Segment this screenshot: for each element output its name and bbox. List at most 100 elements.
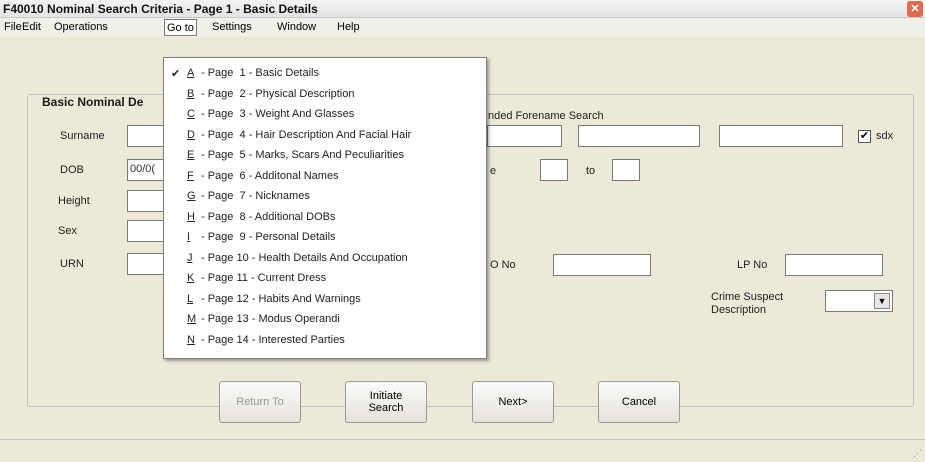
goto-menu-item-label: - Page 8 - Additional DOBs [201,210,336,223]
to-label: to [586,165,596,177]
range-label: e [490,165,497,177]
check-icon: ✔ [171,68,181,80]
goto-menu-item[interactable]: B - Page 2 - Physical Description [164,85,486,104]
forename-input-2[interactable] [578,125,700,147]
return-to-button[interactable]: Return To [219,381,301,423]
forename-input-1[interactable] [487,125,562,147]
menu-help[interactable]: Help [337,21,360,33]
goto-menu-item[interactable]: J - Page 10 - Health Details And Occupati… [164,249,486,268]
goto-menu-item-key: A [187,67,195,79]
resize-grip-icon[interactable]: ⋰ [913,448,922,459]
goto-menu-item-key: D [187,128,195,141]
menu-edit[interactable]: Edit [22,21,41,33]
close-icon[interactable]: ✕ [907,1,923,17]
goto-menu-item[interactable]: D - Page 4 - Hair Description And Facial … [164,126,486,145]
goto-menu-item-key: H [187,210,195,223]
crime-suspect-label-2: Description [711,304,767,316]
goto-menu-item-key: G [187,190,196,202]
goto-menu-item-label: - Page 12 - Habits And Warnings [201,292,361,305]
goto-menu-item[interactable]: ✔ A - Page 1 - Basic Details [164,64,486,83]
goto-menu-item-key: N [187,333,195,346]
dob-input[interactable]: 00/0( [127,159,167,181]
surname-label: Surname [60,130,105,142]
urn-input[interactable] [127,253,167,275]
goto-menu-item[interactable]: F - Page 6 - Additonal Names [164,167,486,186]
goto-menu-item-label: - Page 4 - Hair Description And Facial H… [201,128,412,141]
menu-edit-label: Edit [22,21,41,33]
o-no-input[interactable] [553,254,651,276]
initiate-label-1: Initiate [369,390,403,402]
goto-menu-item-key: I [187,231,191,243]
menu-bar: File Edit Operations Go to Settings Wind… [0,18,925,37]
goto-menu-item-label: - Page 5 - Marks, Scars And Peculiaritie… [201,149,404,161]
goto-menu-item-key: F [187,169,194,182]
menu-file-label: File [4,21,22,33]
goto-menu-item-label: - Page 10 - Health Details And Occupatio… [201,251,408,264]
cancel-button[interactable]: Cancel [598,381,680,423]
goto-menu-item[interactable]: L - Page 12 - Habits And Warnings [164,290,486,309]
chevron-down-icon[interactable]: ▼ [874,293,890,309]
goto-menu-item-label: - Page 11 - Current Dress [201,272,327,284]
goto-menu-item-key: C [187,108,195,120]
goto-menu-item-key: M [187,313,197,325]
menu-settings[interactable]: Settings [212,21,252,33]
menu-settings-label: Settings [212,21,252,33]
title-bar: F40010 Nominal Search Criteria - Page 1 … [0,0,925,18]
dob-label: DOB [60,164,84,176]
menu-goto[interactable]: Go to [164,19,197,36]
surname-input[interactable] [127,125,167,147]
initiate-search-button[interactable]: Initiate Search [345,381,427,423]
urn-label: URN [60,258,84,270]
menu-goto-label: Go to [167,22,194,34]
lp-no-input[interactable] [785,254,883,276]
sex-input[interactable] [127,220,167,242]
menu-window-label: Window [277,21,317,33]
goto-menu-item-label: - Page 9 - Personal Details [201,231,336,243]
sex-label: Sex [58,225,77,237]
goto-menu-item-key: E [187,149,195,161]
goto-menu-item-key: K [187,272,195,284]
initiate-label-2: Search [368,402,404,414]
goto-menu-item[interactable]: K - Page 11 - Current Dress [164,269,486,288]
goto-menu-item-label: - Page 7 - Nicknames [201,190,310,202]
height-input[interactable] [127,190,167,212]
cancel-label: Cancel [621,396,657,408]
window-title: F40010 Nominal Search Criteria - Page 1 … [3,2,318,16]
menu-help-label: Help [337,21,360,33]
goto-menu-item-key: B [187,87,195,100]
extended-forename-label: nded Forename Search [488,110,604,122]
next-button[interactable]: Next> [472,381,554,423]
menu-file[interactable]: File [4,21,22,33]
o-no-label: O No [490,259,516,271]
goto-menu-item-key: L [187,292,194,305]
menu-operations[interactable]: Operations [54,21,108,33]
goto-menu-item[interactable]: N - Page 14 - Interested Parties [164,331,486,350]
goto-menu-item[interactable]: M - Page 13 - Modus Operandi [164,310,486,329]
status-bar: ⋰ [0,439,925,462]
goto-menu-item-label: - Page 1 - Basic Details [201,67,319,79]
menu-window[interactable]: Window [277,21,316,33]
height-label: Height [58,195,90,207]
goto-menu-item-label: - Page 6 - Additonal Names [201,169,339,182]
range-from-input[interactable] [540,159,568,181]
goto-menu-item-key: J [187,251,193,264]
forename-input-3[interactable] [719,125,843,147]
goto-menu-item[interactable]: G - Page 7 - Nicknames [164,187,486,206]
goto-menu-item-label: - Page 2 - Physical Description [201,87,355,100]
goto-menu-item-label: - Page 14 - Interested Parties [201,333,345,346]
sdx-checkbox[interactable]: ✔ [858,130,871,143]
goto-menu-item[interactable]: H - Page 8 - Additional DOBs [164,208,486,227]
sdx-label: sdx [876,130,894,142]
goto-menu-item[interactable]: E - Page 5 - Marks, Scars And Peculiariti… [164,146,486,165]
goto-menu-dropdown: ✔ A - Page 1 - Basic Details B - Page 2 - Ph… [163,57,487,359]
goto-menu-item-label: - Page 3 - Weight And Glasses [201,108,355,120]
group-title: Basic Nominal De [42,95,144,109]
dob-value: 00/0( [130,163,156,175]
crime-suspect-select[interactable]: ▼ [825,290,893,312]
lp-no-label: LP No [737,259,768,271]
next-label: Next> [498,396,528,408]
goto-menu-item[interactable]: C - Page 3 - Weight And Glasses [164,105,486,124]
range-to-input[interactable] [612,159,640,181]
menu-operations-label: Operations [54,21,108,33]
goto-menu-item[interactable]: I - Page 9 - Personal Details [164,228,486,247]
